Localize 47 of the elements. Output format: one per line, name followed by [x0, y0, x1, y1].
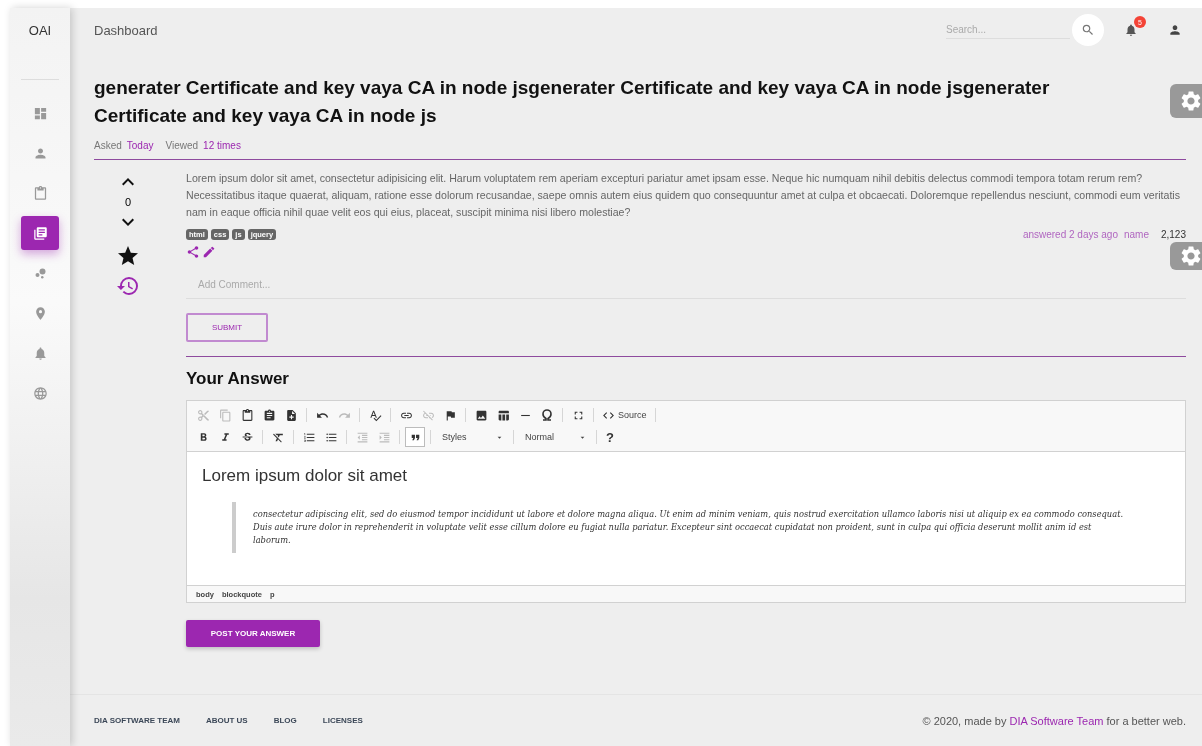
question-title: generater Certificate and key vaya CA in node jsgenerater Certificate and key vaya CA in node jsgenerater Certificate and key vaya CA in node js [94, 76, 1051, 128]
team-link[interactable]: DIA Software Team [1009, 714, 1104, 727]
footer-link[interactable]: ABOUT US [205, 716, 248, 725]
meta-label: Asked [94, 140, 122, 151]
user-name[interactable]: name [1123, 229, 1149, 240]
answer-heading: Your Answer [186, 369, 290, 389]
comment-field[interactable]: Add Comment... [186, 271, 1186, 299]
copyright-text: © 2020, made by DIA Software Team for a better web. [922, 714, 1186, 727]
vote-count: 0 [124, 196, 132, 208]
logo: OAI [28, 21, 52, 40]
help-button[interactable]: ? [602, 429, 618, 445]
answered-time: answered 2 days ago [1022, 229, 1118, 240]
source-button[interactable]: Source [599, 405, 650, 425]
meta-value: 12 times [203, 140, 241, 151]
quote-icon[interactable] [405, 427, 425, 447]
footer-link[interactable]: BLOG [273, 716, 297, 725]
star-icon[interactable] [116, 244, 140, 268]
reputation: 2,123 [1160, 229, 1186, 240]
gear-icon [1179, 89, 1202, 113]
meta-label: Viewed [165, 140, 199, 151]
nav-item[interactable] [21, 216, 59, 250]
page-title: Dashboard [94, 22, 159, 38]
settings-button[interactable] [1170, 84, 1202, 118]
globe-icon [32, 385, 48, 401]
document-icon [32, 225, 48, 241]
footer-link[interactable]: LICENSES [322, 716, 363, 725]
search-icon [1081, 23, 1095, 37]
post-answer-button[interactable]: POST YOUR ANSWER [186, 620, 320, 647]
search-button[interactable] [1072, 14, 1104, 46]
settings-button[interactable] [1170, 242, 1202, 270]
format-dropdown[interactable]: Normal [519, 427, 591, 447]
question-body: Lorem ipsum dolor sit amet, consectetur adipisicing elit. Harum voluptatem rem aperiam excepturi pariatur amet ipsam esse. Neque hic numquam nihil debitis delectus commodi tempora totam rerum rem? Necessitatibus itaque quaerat, aliquam, ratione esse dolorum recusandae, saepe omnis autem eius quidem quo consequuntur amet at culpa et obcaecati. Doloremque repellendus nesciunt, commodi eum veritatis nam in eaque officia nihil quae velit eos qui eius, placeat, suscipit minima nisi libero molestiae? [186, 171, 1182, 220]
bell-icon[interactable] [1124, 23, 1138, 37]
gear-icon [1179, 244, 1202, 268]
edit-icon[interactable] [202, 245, 216, 259]
history-icon[interactable] [116, 274, 140, 298]
format-dropdown[interactable]: Styles [436, 427, 508, 447]
content-heading: Lorem ipsum dolor sit amet [202, 466, 409, 486]
clipboard-icon [32, 185, 48, 201]
meta-value: Today [126, 140, 154, 151]
share-icon[interactable] [186, 245, 200, 259]
submit-button[interactable]: SUBMIT [186, 313, 268, 342]
footer-link[interactable]: DIA SOFTWARE TEAM [94, 716, 180, 725]
user-icon[interactable] [1168, 23, 1182, 37]
search-field[interactable]: Search... [946, 21, 1070, 39]
blockquote: consectetur adipiscing elit, sed do eiusmod tempor incididunt ut labore et dolore magna aliqua. Ut enim ad minim veniam, quis nostrud exercitation ullamco laboris nisi ut aliquip ex ea commodo consequat. Duis aute irure dolor in reprehenderit in voluptate velit esse cillum dolore eu fugiat nulla pariatur. Excepteur sint occaecat cupidatat non proident, sunt in culpa qui officia deserunt mollit anim id est laborum. [232, 502, 1170, 553]
dashboard-icon [32, 105, 48, 121]
